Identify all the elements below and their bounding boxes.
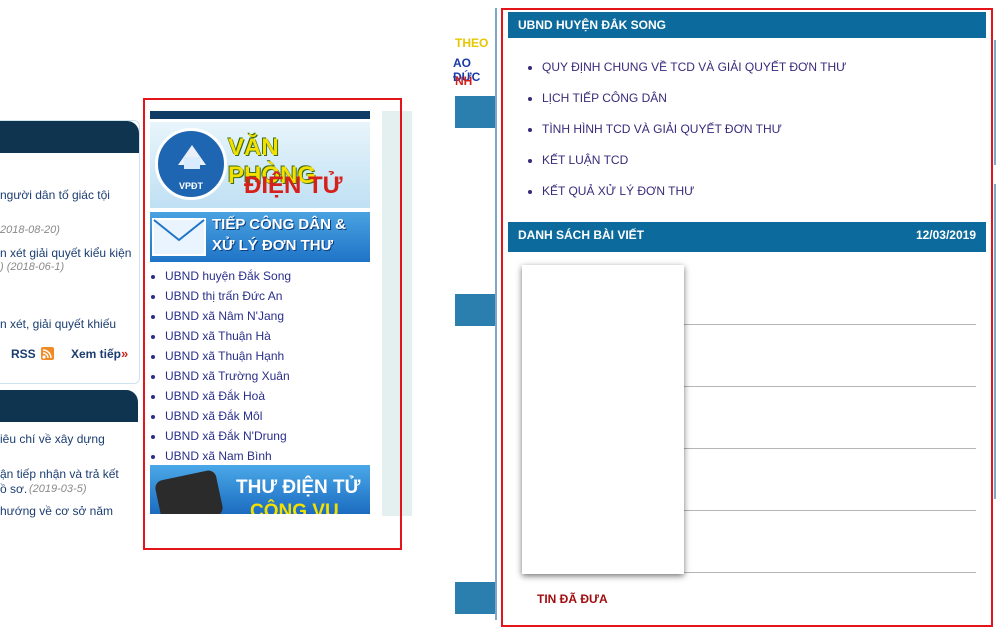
article-preview-card[interactable] <box>522 265 684 574</box>
column-top-bar <box>150 111 370 119</box>
news2-item-3[interactable]: ồ sơ. <box>0 482 27 497</box>
official-email-subtitle: CÔNG VỤ <box>250 501 339 514</box>
complaint-link[interactable]: QUY ĐỊNH CHUNG VỀ TCD VÀ GIẢI QUYẾT ĐƠN … <box>542 52 998 83</box>
rss-icon[interactable] <box>41 347 54 360</box>
sidebar-banner-line3: NH <box>455 74 473 88</box>
commune-link[interactable]: UBND xã Đắk N'Drung <box>165 426 385 446</box>
commune-link[interactable]: UBND xã Nâm N'Jang <box>165 306 385 326</box>
published-news-link[interactable]: TIN ĐÃ ĐƯA <box>537 592 608 606</box>
commune-link[interactable]: UBND xã Đắk Môl <box>165 406 385 426</box>
news2-item-3-date: (2019-03-5) <box>29 483 87 495</box>
commune-link[interactable]: UBND xã Đắk Hoà <box>165 386 385 406</box>
official-email-title: THƯ ĐIỆN TỬ <box>236 477 361 498</box>
article-list-date: 12/03/2019 <box>915 228 976 242</box>
news-item-1[interactable]: người dân tố giác tội <box>0 188 110 203</box>
commune-link[interactable]: UBND xã Trường Xuân <box>165 366 385 386</box>
complaint-link[interactable]: KẾT QUẢ XỬ LÝ ĐƠN THƯ <box>542 176 998 207</box>
sidebar-banner-line1: THEO <box>455 36 489 50</box>
column-divider <box>495 8 497 620</box>
news-item-1-date: 2018-08-20) <box>0 224 60 236</box>
news-panel-2-header <box>0 390 138 422</box>
complaint-links: QUY ĐỊNH CHUNG VỀ TCD VÀ GIẢI QUYẾT ĐƠN … <box>508 52 998 207</box>
office-banner[interactable]: VPĐT VĂN PHÒNG ĐIỆN TỬ <box>150 122 370 208</box>
double-chevron-right-icon[interactable]: » <box>121 346 128 361</box>
sidebar-band <box>455 294 495 326</box>
article-list-header: DANH SÁCH BÀI VIẾT 12/03/2019 <box>508 222 986 252</box>
article-separator <box>684 386 976 387</box>
vpdt-logo: VPĐT <box>155 128 227 200</box>
article-separator <box>684 510 976 511</box>
more-link[interactable]: Xem tiếp <box>71 347 121 361</box>
citizen-reception-subtitle: XỬ LÝ ĐƠN THƯ <box>212 237 334 254</box>
news2-item-4[interactable]: hướng về cơ sở năm <box>0 504 113 519</box>
office-banner-subtitle: ĐIỆN TỬ <box>244 172 343 199</box>
district-panel-header: UBND HUYỆN ĐẮK SONG <box>508 12 986 38</box>
article-separator <box>684 324 976 325</box>
commune-link[interactable]: UBND thị trấn Đức An <box>165 286 385 306</box>
news-item-2-date: ) (2018-06-1) <box>0 261 65 273</box>
commune-list: UBND huyện Đắk Song UBND thị trấn Đức An… <box>150 266 385 466</box>
district-panel-title: UBND HUYỆN ĐẮK SONG <box>518 18 667 32</box>
news-item-2[interactable]: n xét giải quyết kiểu kiện <box>0 246 131 261</box>
decorative-strip <box>382 111 412 516</box>
complaint-link[interactable]: KẾT LUẬN TCD <box>542 145 998 176</box>
official-email-banner[interactable]: THƯ ĐIỆN TỬ CÔNG VỤ <box>150 465 370 514</box>
commune-link[interactable]: UBND xã Thuận Hạnh <box>165 346 385 366</box>
envelope-icon <box>152 218 206 256</box>
commune-link[interactable]: UBND xã Thuận Hà <box>165 326 385 346</box>
article-separator <box>684 448 976 449</box>
sidebar-band <box>455 582 495 614</box>
news-item-3[interactable]: n xét, giải quyết khiếu <box>0 317 116 332</box>
sidebar-band <box>455 96 495 128</box>
news-panel-1-header <box>0 121 139 153</box>
citizen-reception-banner[interactable]: TIẾP CÔNG DÂN & XỬ LÝ ĐƠN THƯ <box>150 212 370 262</box>
complaint-link[interactable]: LỊCH TIẾP CÔNG DÂN <box>542 83 998 114</box>
rss-link[interactable]: RSS <box>11 347 36 361</box>
commune-link[interactable]: UBND huyện Đắk Song <box>165 266 385 286</box>
vpdt-logo-text: VPĐT <box>178 181 203 191</box>
news2-item-2[interactable]: ận tiếp nhận và trả kết <box>0 467 119 482</box>
citizen-reception-title: TIẾP CÔNG DÂN & <box>212 216 346 233</box>
right-edge-divider <box>994 184 996 499</box>
sidebar-banner-fragment[interactable]: THEO AO ĐỨC NH <box>453 8 495 96</box>
news2-item-1[interactable]: iêu chí về xây dựng <box>0 432 105 447</box>
article-list-title: DANH SÁCH BÀI VIẾT <box>518 228 645 242</box>
mail-device-icon <box>153 469 225 514</box>
commune-link[interactable]: UBND xã Nam Bình <box>165 446 385 466</box>
complaint-link[interactable]: TÌNH HÌNH TCD VÀ GIẢI QUYẾT ĐƠN THƯ <box>542 114 998 145</box>
